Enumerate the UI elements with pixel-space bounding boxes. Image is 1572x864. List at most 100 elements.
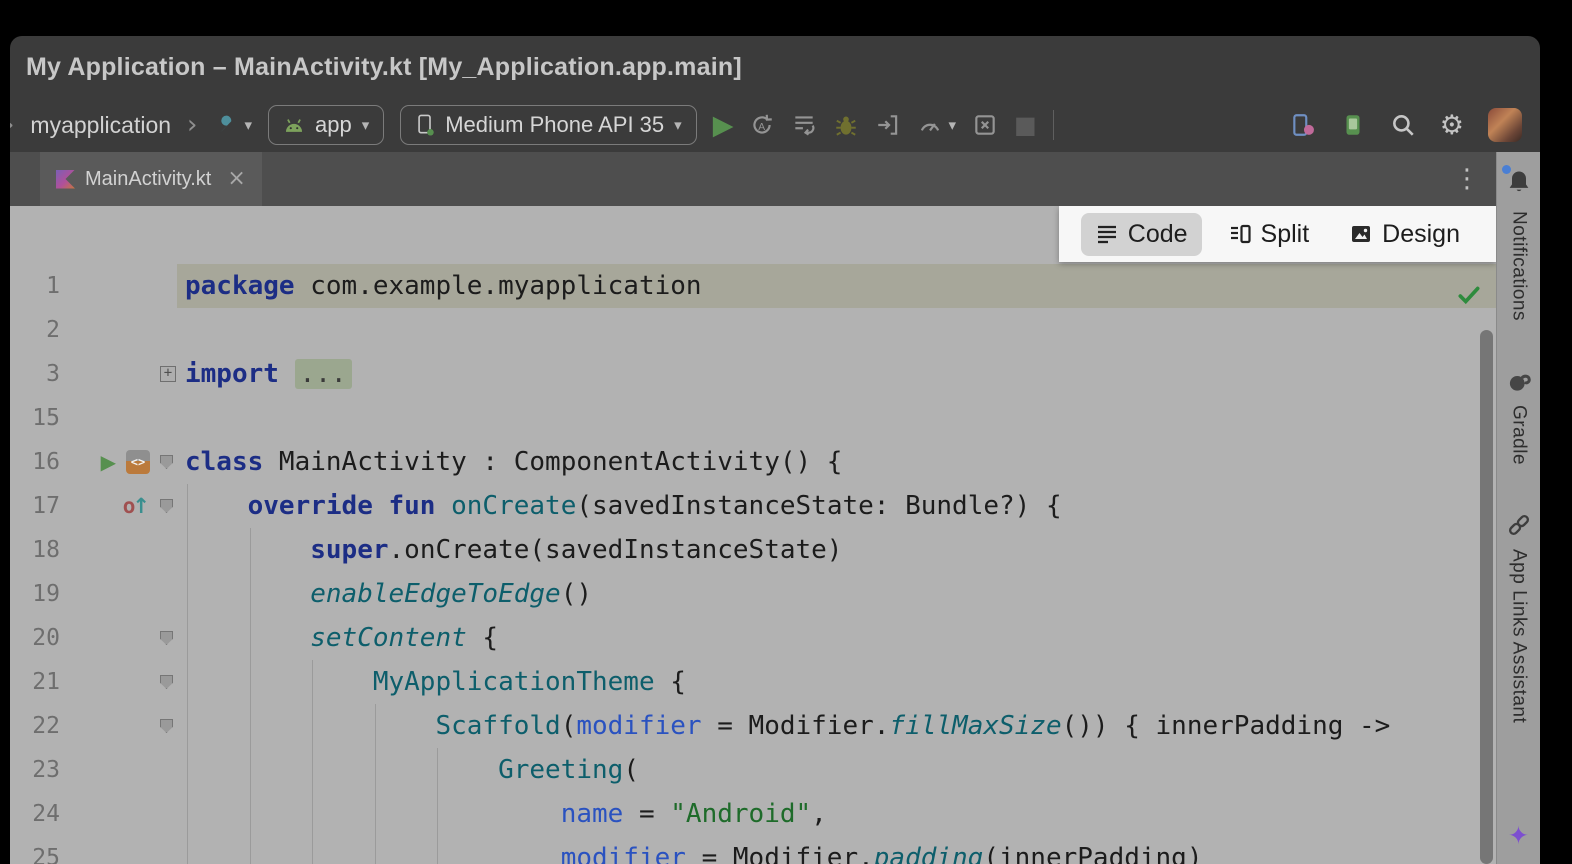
view-design-label: Design [1382,220,1460,249]
code-line[interactable]: 16 ▶ <> class MainActivity : ComponentActiv… [10,440,1496,484]
fold-marker-minus[interactable] [160,631,173,645]
code-line[interactable]: 19 enableEdgeToEdge() [10,572,1496,616]
gutter-icons: o↑ [60,494,160,518]
split-view-icon [1228,222,1252,246]
gradle-elephant-icon [1505,367,1533,395]
project-breadcrumb[interactable]: myapplication [30,112,171,139]
tool-stripe-gradle[interactable]: Gradle [1505,367,1533,465]
view-split-button[interactable]: Split [1214,213,1324,256]
run-config-selector[interactable]: app ▾ [268,105,384,145]
code-line[interactable]: 3+import ... [10,352,1496,396]
code-line[interactable]: 18 super.onCreate(savedInstanceState) [10,528,1496,572]
tab-options-kebab-icon[interactable]: ⋮ [1454,164,1480,194]
android-icon [283,118,305,133]
code-text: setContent { [177,616,1496,660]
line-number[interactable]: 16 [10,449,60,475]
view-code-button[interactable]: Code [1081,213,1202,256]
line-number[interactable]: 3 [10,361,60,387]
search-everywhere-button[interactable] [1390,112,1416,138]
running-devices-button[interactable] [1340,112,1366,138]
line-number[interactable]: 1 [10,273,60,299]
attach-debugger-button[interactable] [875,112,901,138]
debug-button[interactable] [833,112,859,138]
code-text: Greeting( [177,748,1496,792]
code-line[interactable]: 20 setContent { [10,616,1496,660]
line-number[interactable]: 23 [10,757,60,783]
code-text: package com.example.myapplication [177,264,1496,308]
inspections-status-check-icon[interactable] [1456,282,1482,312]
close-tab-icon[interactable]: × [227,168,245,190]
code-line[interactable]: 2 [10,308,1496,352]
terminate-app-button[interactable] [972,112,998,138]
code-line[interactable]: 17o↑ override fun onCreate(savedInstance… [10,484,1496,528]
device-mirroring-button[interactable] [1290,112,1316,138]
line-number[interactable]: 17 [10,493,60,519]
build-tool-button[interactable]: ▾ [213,112,252,138]
stripe-label-app-links: App Links Assistant [1508,549,1530,723]
code-text: super.onCreate(savedInstanceState) [177,528,1496,572]
view-mode-switcher: Code Split [1059,206,1496,262]
fold-marker-minus[interactable] [160,675,173,689]
title-bar[interactable]: My Application – MainActivity.kt [My_App… [10,36,1540,98]
code-editor[interactable]: Code Split [10,206,1496,864]
fold-marker-minus[interactable] [160,719,173,733]
line-number[interactable]: 18 [10,537,60,563]
apply-changes-button[interactable]: A [749,112,775,138]
code-line[interactable]: 1 package com.example.myapplication [10,264,1496,308]
tool-stripe-app-links[interactable]: App Links Assistant [1505,511,1533,723]
fold-marker-minus[interactable] [160,499,173,513]
profiler-button[interactable]: ▾ [917,112,956,138]
screen: My Application – MainActivity.kt [My_App… [0,0,1572,864]
editor-scrollbar[interactable] [1480,330,1493,864]
code-line[interactable]: 15 [10,396,1496,440]
svg-text:A: A [759,122,766,133]
class-gutter-icon[interactable]: <> [126,450,150,474]
override-gutter-icon[interactable]: o↑ [123,494,150,518]
editor-pane: MainActivity.kt × ⋮ [10,152,1496,864]
fold-marker-plus[interactable]: + [160,366,176,382]
tool-stripe-notifications[interactable]: Notifications [1505,168,1533,321]
fold-marker-minus[interactable] [160,455,173,469]
line-number[interactable]: 2 [10,317,60,343]
design-view-icon [1349,222,1373,246]
line-number[interactable]: 25 [10,845,60,864]
tab-mainactivity[interactable]: MainActivity.kt × [40,152,262,206]
line-number[interactable]: 19 [10,581,60,607]
device-selector[interactable]: Medium Phone API 35 ▾ [400,105,696,145]
apply-code-changes-button[interactable] [791,112,817,138]
gemini-sparkle-icon[interactable]: ✦ [1508,821,1529,850]
code-line[interactable]: 21 MyApplicationTheme { [10,660,1496,704]
app-links-chain-icon [1505,511,1533,539]
line-number[interactable]: 22 [10,713,60,739]
line-number[interactable]: 24 [10,801,60,827]
line-number[interactable]: 15 [10,405,60,431]
code-line[interactable]: 24 name = "Android", [10,792,1496,836]
code-line[interactable]: 23 Greeting( [10,748,1496,792]
tab-title: MainActivity.kt [85,168,211,191]
android-studio-window: My Application – MainActivity.kt [My_App… [10,36,1540,864]
code-view-icon [1095,222,1119,246]
stripe-label-gradle: Gradle [1508,405,1530,465]
breadcrumb-chevron-icon: › [187,112,197,138]
code-text: MyApplicationTheme { [177,660,1496,704]
user-avatar[interactable] [1488,108,1522,142]
stripe-label-notifications: Notifications [1508,211,1530,321]
code-line[interactable]: 25 modifier = Modifier.padding(innerPadd… [10,836,1496,864]
code-text: class MainActivity : ComponentActivity()… [177,440,1496,484]
build-hammer-icon [213,112,239,138]
view-design-button[interactable]: Design [1335,213,1474,256]
stop-button[interactable]: ■ [1014,111,1037,139]
right-tool-stripe: Notifications Gradle [1496,152,1540,864]
settings-button[interactable]: ⚙ [1440,110,1464,141]
search-icon [1390,112,1416,138]
code-text: modifier = Modifier.padding(innerPadding… [177,836,1496,864]
run-gutter-icon[interactable]: ▶ [101,450,116,474]
fold-column: + [160,366,177,382]
code-text: name = "Android", [177,792,1496,836]
line-number[interactable]: 21 [10,669,60,695]
toolbar-separator [1053,110,1054,140]
line-number[interactable]: 20 [10,625,60,651]
code-line[interactable]: 22 Scaffold(modifier = Modifier.fillMaxS… [10,704,1496,748]
run-button[interactable]: ▶ [713,110,734,141]
fold-column [160,675,177,689]
